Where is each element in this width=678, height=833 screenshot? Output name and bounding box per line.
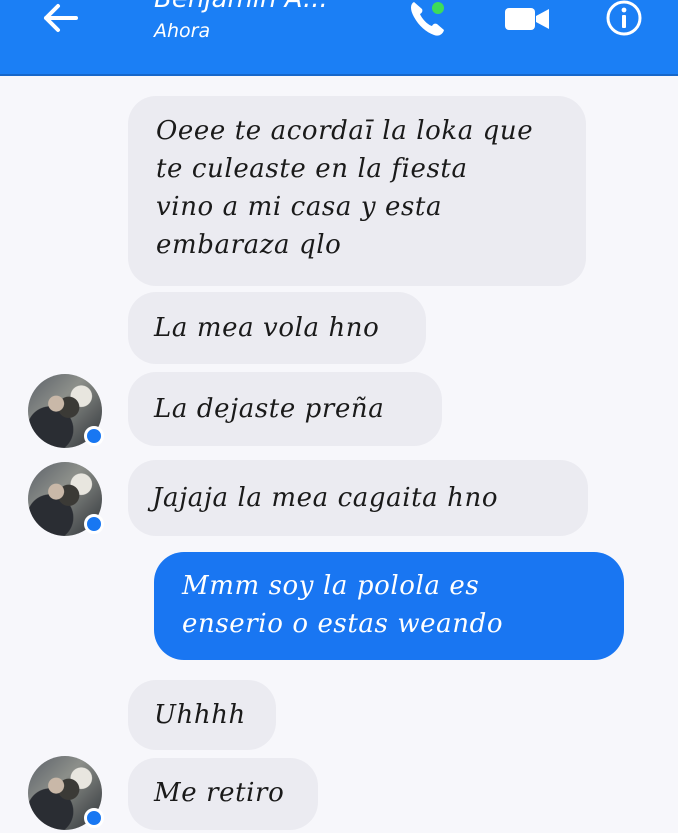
phone-icon[interactable] — [404, 0, 450, 40]
message-bubble-incoming[interactable]: Oeee te acordaī la loka que te culeaste … — [128, 96, 586, 286]
messenger-badge-icon — [84, 514, 104, 534]
message-bubble-incoming[interactable]: Me retiro — [128, 758, 318, 830]
message-bubble-incoming[interactable]: La mea vola hno — [128, 292, 426, 364]
chat-header: Benjamin A... Ahora — [0, 0, 678, 76]
messenger-badge-icon — [84, 808, 104, 828]
message-bubble-incoming[interactable]: La dejaste preña — [128, 372, 442, 446]
chat-screen: Benjamin A... Ahora Oeee te acordaī la l… — [0, 0, 678, 833]
back-arrow-icon[interactable] — [34, 0, 94, 40]
message-bubble-outgoing[interactable]: Mmm soy la polola es enserio o estas wea… — [154, 552, 624, 660]
avatar[interactable] — [28, 374, 104, 448]
avatar[interactable] — [28, 462, 104, 536]
contact-status: Ahora — [154, 20, 211, 42]
info-icon[interactable] — [604, 0, 644, 38]
video-camera-icon[interactable] — [503, 2, 553, 36]
messenger-badge-icon — [84, 426, 104, 446]
avatar[interactable] — [28, 756, 104, 830]
contact-name[interactable]: Benjamin A... — [154, 0, 328, 14]
message-bubble-incoming[interactable]: Uhhhh — [128, 680, 276, 750]
message-bubble-incoming[interactable]: Jajaja la mea cagaita hno — [128, 460, 588, 536]
